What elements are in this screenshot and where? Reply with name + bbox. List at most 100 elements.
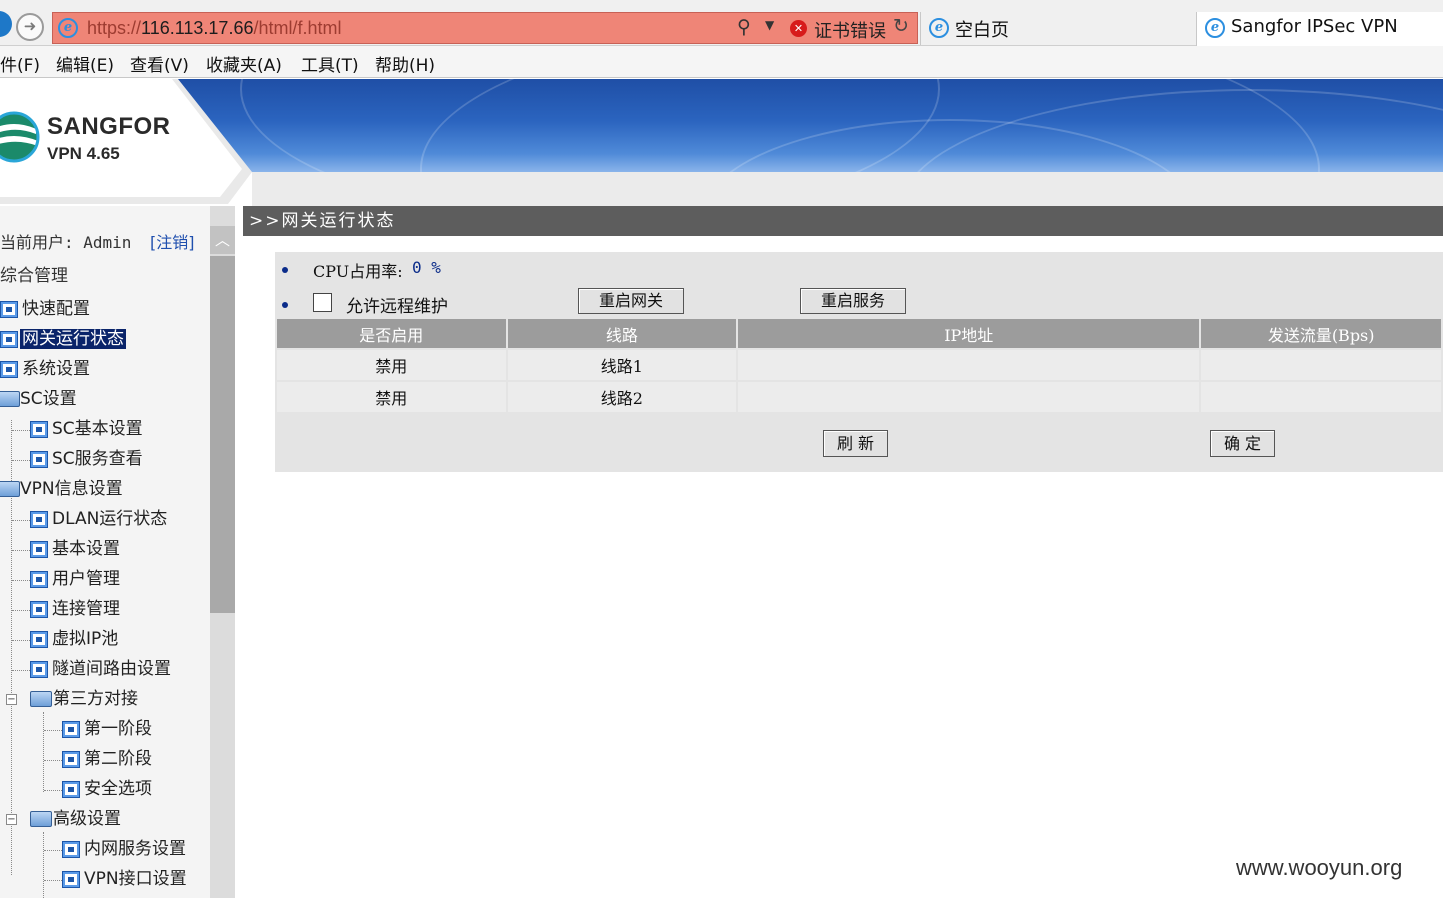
sidebar-item-vpn-interface[interactable]: VPN接口设置 [62, 868, 187, 890]
page-icon [30, 661, 48, 678]
confirm-button[interactable]: 确 定 [1210, 430, 1275, 457]
sidebar-item-label: 虚拟IP池 [52, 629, 119, 649]
url-text[interactable]: https://116.113.17.66/html/f.html [87, 18, 342, 39]
page-icon [62, 781, 80, 798]
page-icon [30, 631, 48, 648]
sidebar-item-basic-settings[interactable]: 基本设置 [30, 538, 120, 560]
sidebar-item-label: 连接管理 [52, 599, 120, 619]
sidebar-item-gateway-status[interactable]: 网关运行状态 [0, 328, 126, 350]
page-icon [30, 571, 48, 588]
url-path: /html/f.html [253, 18, 342, 38]
menu-help[interactable]: 帮助(H) [375, 51, 435, 76]
column-header: IP地址 [736, 317, 1202, 350]
current-user: 当前用户: Admin [0, 233, 132, 252]
refresh-icon[interactable]: ↻ [893, 15, 909, 37]
sidebar-item-virtual-ip-pool[interactable]: 虚拟IP池 [30, 628, 118, 650]
folder-open-icon [30, 811, 52, 827]
tree-guide [43, 832, 44, 898]
search-icon[interactable]: ⚲ [737, 16, 751, 38]
sidebar-item-user-mgmt[interactable]: 用户管理 [30, 568, 120, 590]
sidebar-item-label: 第三方对接 [53, 689, 138, 709]
tree-guide [12, 430, 30, 431]
folder-open-icon [30, 691, 52, 707]
folder-open-icon [0, 481, 20, 497]
tab-sangfor[interactable]: e Sangfor IPSec VPN [1196, 12, 1443, 46]
table-cell [1199, 380, 1443, 414]
tab-blank[interactable]: e 空白页 [920, 12, 1196, 45]
tree-guide [12, 670, 30, 671]
sidebar-item-sc-settings[interactable]: SC设置 [0, 388, 77, 410]
restart-gateway-button[interactable]: 重启网关 [578, 288, 684, 314]
cpu-value: 0 % [412, 258, 441, 277]
bullet-icon [282, 267, 288, 273]
refresh-button[interactable]: 刷 新 [823, 430, 888, 457]
logout-link[interactable]: [注销] [150, 229, 195, 253]
collapse-toggle-icon[interactable]: − [6, 814, 17, 825]
sidebar-item-label: 第一阶段 [84, 719, 152, 739]
sidebar-item-security-options[interactable]: 安全选项 [62, 778, 152, 800]
sidebar-item-vpn-info[interactable]: VPN信息设置 [0, 478, 123, 500]
group-title: 综合管理 [0, 266, 68, 286]
tree-guide [12, 550, 30, 551]
brand-name: SANGFOR [47, 113, 171, 140]
cert-error-label[interactable]: 证书错误 [814, 17, 886, 43]
sangfor-logo-icon [0, 111, 40, 163]
table-cell: 禁用 [275, 348, 508, 382]
sidebar-item-label: DLAN运行状态 [52, 509, 168, 529]
sidebar-item-label: 用户管理 [52, 569, 120, 589]
sidebar-item-connection-mgmt[interactable]: 连接管理 [30, 598, 120, 620]
table-cell [1199, 348, 1443, 382]
restart-service-button[interactable]: 重启服务 [800, 288, 906, 314]
table-cell: 线路1 [505, 348, 739, 382]
menu-file[interactable]: 件(F) [0, 51, 40, 76]
menu-view[interactable]: 查看(V) [130, 51, 189, 76]
collapse-toggle-icon[interactable]: − [6, 694, 17, 705]
sidebar-item-system-settings[interactable]: 系统设置 [0, 358, 90, 380]
sidebar-item-dlan-status[interactable]: DLAN运行状态 [30, 508, 167, 530]
page-icon [30, 451, 48, 468]
menu-favorites[interactable]: 收藏夹(A) [206, 51, 282, 76]
cert-error-icon[interactable]: ✕ [790, 20, 807, 37]
page-icon [62, 721, 80, 738]
scroll-up-icon[interactable]: ︿ [210, 226, 235, 254]
column-header: 线路 [505, 317, 739, 350]
tree-guide [12, 610, 30, 611]
sidebar-item-tunnel-routing[interactable]: 隧道间路由设置 [30, 658, 171, 680]
table-cell: 线路2 [505, 380, 739, 414]
back-button[interactable] [0, 11, 12, 37]
menu-edit[interactable]: 编辑(E) [56, 51, 114, 76]
table-row: 禁用 线路1 [275, 348, 1443, 382]
ie-page-icon: e [58, 18, 78, 38]
sidebar-item-label: 基本设置 [52, 539, 120, 559]
table-cell [736, 348, 1202, 382]
sidebar-item-sc-basic[interactable]: SC基本设置 [30, 418, 143, 440]
tab-label: Sangfor IPSec VPN [1231, 16, 1398, 37]
page-icon [62, 751, 80, 768]
sidebar-item-phase-one[interactable]: 第一阶段 [62, 718, 152, 740]
forward-button[interactable]: ➜ [16, 13, 44, 41]
sidebar-item-label: SC基本设置 [52, 419, 143, 439]
column-header: 是否启用 [275, 317, 508, 350]
tree-guide [43, 712, 44, 792]
tree-guide [12, 520, 30, 521]
sidebar-item-intranet-service[interactable]: 内网服务设置 [62, 838, 186, 860]
sidebar-item-label: 隧道间路由设置 [52, 659, 171, 679]
sidebar-item-label: 安全选项 [84, 779, 152, 799]
tree-guide [44, 880, 62, 881]
watermark: www.wooyun.org [1236, 855, 1403, 880]
sidebar-item-sc-service[interactable]: SC服务查看 [30, 448, 143, 470]
sidebar-scroll-thumb[interactable] [210, 256, 235, 613]
tree-guide [44, 850, 62, 851]
dropdown-arrow-icon[interactable]: ▼ [765, 18, 774, 32]
table-cell: 禁用 [275, 380, 508, 414]
sidebar-item-label: SC服务查看 [52, 449, 143, 469]
address-bar[interactable]: e https://116.113.17.66/html/f.html ⚲ ▼ … [52, 12, 918, 44]
sidebar-item-advanced[interactable]: 高级设置 [30, 808, 121, 830]
logo-panel [0, 79, 252, 204]
menu-tools[interactable]: 工具(T) [301, 51, 359, 76]
sidebar-item-quick-config[interactable]: 快速配置 [0, 298, 90, 320]
table-header-row: 是否启用 线路 IP地址 发送流量(Bps) [275, 317, 1443, 350]
remote-maintenance-checkbox[interactable] [313, 293, 332, 312]
sidebar-item-phase-two[interactable]: 第二阶段 [62, 748, 152, 770]
sidebar-item-third-party[interactable]: 第三方对接 [30, 688, 138, 710]
